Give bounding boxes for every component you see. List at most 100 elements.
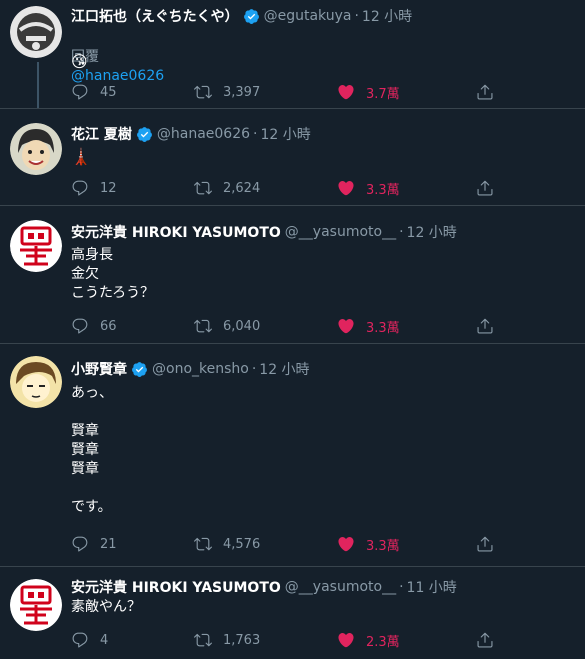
avatar[interactable] — [10, 356, 62, 408]
separator-dot: · — [251, 361, 257, 377]
handle[interactable]: @ono_kensho — [152, 361, 249, 377]
reply-icon — [72, 84, 88, 100]
share-icon — [477, 84, 493, 100]
like-button[interactable]: 3.3萬 — [337, 316, 400, 336]
timestamp[interactable]: 12 小時 — [259, 359, 309, 379]
like-count: 2.3萬 — [366, 634, 400, 650]
verified-badge-icon — [136, 126, 153, 143]
share-icon — [477, 180, 493, 196]
like-button[interactable]: 3.3萬 — [337, 534, 400, 554]
like-button[interactable]: 3.7萬 — [337, 82, 400, 102]
timestamp[interactable]: 12 小時 — [407, 222, 457, 242]
avatar[interactable] — [10, 579, 62, 631]
handle[interactable]: @egutakuya — [264, 8, 352, 24]
retweet-icon — [194, 181, 212, 195]
retweet-button[interactable]: 4,576 — [194, 534, 260, 554]
avatar[interactable] — [10, 220, 62, 272]
display-name[interactable]: 江口拓也（えぐちたくや） — [71, 6, 239, 26]
tweet[interactable]: 江口拓也（えぐちたくや） @egutakuya · 12 小時 回覆 @hana… — [0, 0, 585, 108]
tweet-actions: 66 6,040 3.3萬 — [71, 316, 501, 336]
like-count: 3.7萬 — [366, 86, 400, 102]
heart-icon — [338, 85, 354, 100]
verified-badge-icon — [131, 361, 148, 378]
tweet-actions: 4 1,763 2.3萬 — [71, 630, 501, 650]
tweet-text: あっ、 賢章 賢章 賢章 です。 — [71, 385, 113, 515]
tweet-text: 😘 — [71, 52, 88, 71]
tweet-text: 高身長 金欠 こうたろう？ — [71, 247, 155, 301]
reply-icon — [72, 318, 88, 334]
retweet-count: 2,624 — [223, 180, 261, 196]
heart-icon — [338, 181, 354, 196]
display-name[interactable]: 安元洋貴 HIROKI YASUMOTO — [71, 222, 281, 242]
share-button[interactable] — [476, 316, 505, 336]
tweet-header: 花江 夏樹 @hanae0626 · 12 小時 — [71, 124, 311, 144]
retweet-count: 3,397 — [223, 84, 261, 100]
reply-button[interactable]: 4 — [71, 630, 108, 650]
tweet[interactable]: 花江 夏樹 @hanae0626 · 12 小時 🗼 12 2,624 3.3萬 — [0, 109, 585, 205]
tweet-header: 江口拓也（えぐちたくや） @egutakuya · 12 小時 — [71, 6, 412, 26]
separator-dot: · — [399, 579, 404, 595]
tweet-actions: 12 2,624 3.3萬 — [71, 178, 501, 198]
tweet[interactable]: 安元洋貴 HIROKI YASUMOTO @__yasumoto__ · 12 … — [0, 206, 585, 343]
separator-dot: · — [399, 224, 404, 240]
reply-count: 12 — [100, 180, 117, 196]
retweet-count: 1,763 — [223, 632, 261, 648]
reply-count: 66 — [100, 318, 117, 334]
reply-button[interactable]: 45 — [71, 82, 117, 102]
timestamp[interactable]: 11 小時 — [407, 577, 457, 597]
reply-count: 45 — [100, 84, 117, 100]
like-button[interactable]: 2.3萬 — [337, 630, 400, 650]
handle[interactable]: @__yasumoto__ — [285, 224, 396, 240]
share-button[interactable] — [476, 178, 505, 198]
retweet-button[interactable]: 2,624 — [194, 178, 260, 198]
display-name[interactable]: 安元洋貴 HIROKI YASUMOTO — [71, 577, 281, 597]
avatar[interactable] — [10, 123, 62, 175]
avatar[interactable] — [10, 6, 62, 58]
retweet-count: 6,040 — [223, 318, 261, 334]
like-count: 3.3萬 — [366, 320, 400, 336]
reply-button[interactable]: 12 — [71, 178, 117, 198]
separator-dot: · — [354, 8, 359, 24]
share-button[interactable] — [476, 82, 505, 102]
reply-icon — [72, 536, 88, 552]
retweet-button[interactable]: 1,763 — [194, 630, 260, 650]
handle[interactable]: @hanae0626 — [157, 126, 250, 142]
like-count: 3.3萬 — [366, 538, 400, 554]
share-button[interactable] — [476, 534, 505, 554]
share-button[interactable] — [476, 630, 505, 650]
retweet-count: 4,576 — [223, 536, 261, 552]
display-name[interactable]: 小野賢章 — [71, 359, 127, 379]
timestamp[interactable]: 12 小時 — [260, 124, 310, 144]
retweet-button[interactable]: 3,397 — [194, 82, 260, 102]
handle[interactable]: @__yasumoto__ — [285, 579, 396, 595]
like-button[interactable]: 3.3萬 — [337, 178, 400, 198]
display-name[interactable]: 花江 夏樹 — [71, 124, 132, 144]
timestamp[interactable]: 12 小時 — [362, 6, 412, 26]
reply-button[interactable]: 66 — [71, 316, 117, 336]
retweet-icon — [194, 85, 212, 99]
tweet-actions: 21 4,576 3.3萬 — [71, 534, 501, 554]
heart-icon — [338, 537, 354, 552]
verified-badge-icon — [243, 8, 260, 25]
heart-icon — [338, 633, 354, 648]
tweet-text: 🗼 — [71, 147, 91, 166]
reply-icon — [72, 180, 88, 196]
tweet[interactable]: 小野賢章 @ono_kensho · 12 小時 あっ、 賢章 賢章 賢章 です… — [0, 344, 585, 566]
retweet-icon — [194, 319, 212, 333]
reply-count: 21 — [100, 536, 117, 552]
retweet-icon — [194, 633, 212, 647]
heart-icon — [338, 319, 354, 334]
reply-button[interactable]: 21 — [71, 534, 117, 554]
tweet-header: 安元洋貴 HIROKI YASUMOTO @__yasumoto__ · 12 … — [71, 222, 457, 242]
tweet-text: 素敵やん？ — [71, 599, 141, 615]
share-icon — [477, 536, 493, 552]
retweet-icon — [194, 537, 212, 551]
share-icon — [477, 632, 493, 648]
tweet-header: 小野賢章 @ono_kensho · 12 小時 — [71, 359, 310, 379]
tweet-actions: 45 3,397 3.7萬 — [71, 82, 501, 102]
separator-dot: · — [253, 126, 258, 142]
retweet-button[interactable]: 6,040 — [194, 316, 260, 336]
reply-icon — [72, 632, 88, 648]
like-count: 3.3萬 — [366, 182, 400, 198]
tweet[interactable]: 安元洋貴 HIROKI YASUMOTO @__yasumoto__ · 11 … — [0, 567, 585, 659]
